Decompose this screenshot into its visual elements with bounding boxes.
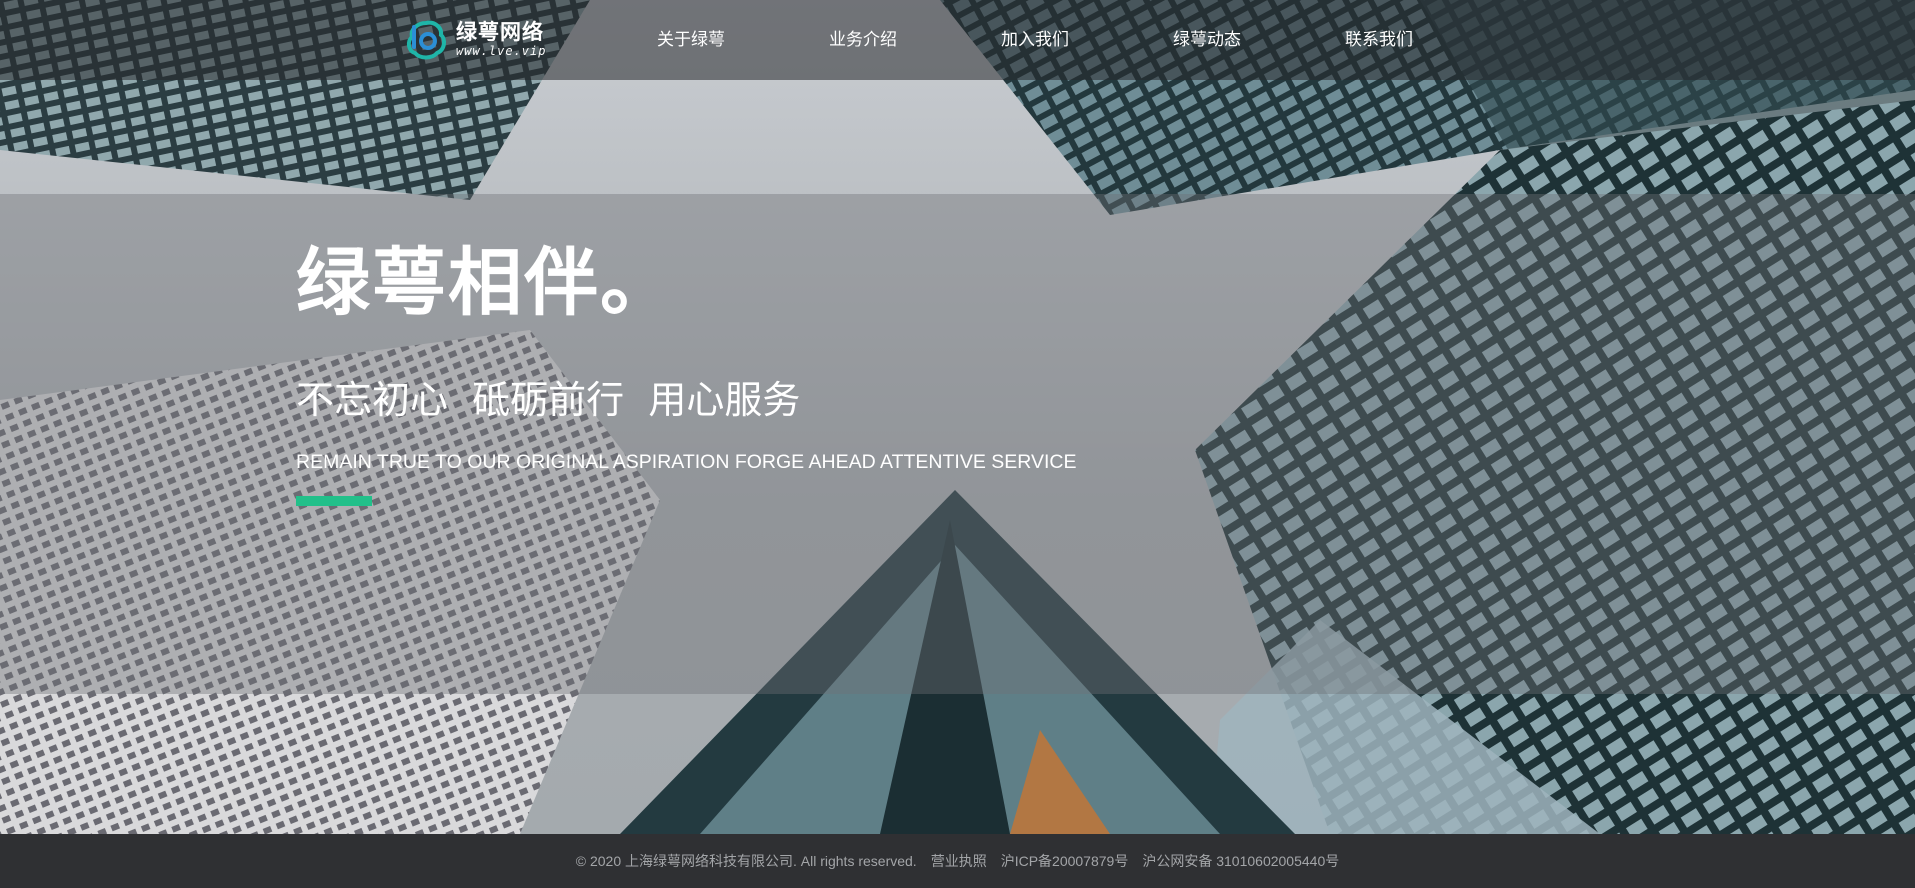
nav-item-about[interactable]: 关于绿萼 <box>605 0 777 80</box>
main-nav: 关于绿萼 业务介绍 加入我们 绿萼动态 联系我们 <box>605 0 1465 80</box>
lve-logo-icon <box>406 20 447 60</box>
nav-item-business[interactable]: 业务介绍 <box>777 0 949 80</box>
brand-url: www.lve.vip <box>456 44 547 58</box>
hero-subtitle: 不忘初心 砥砺前行 用心服务 <box>296 378 801 422</box>
hero-title: 绿萼相伴。 <box>296 240 676 326</box>
hero-subtitle-english: REMAIN TRUE TO OUR ORIGINAL ASPIRATION F… <box>296 451 1077 473</box>
brand-text: 绿萼网络 www.lve.vip <box>456 20 546 58</box>
top-navigation-bar: 绿萼网络 www.lve.vip 关于绿萼 业务介绍 加入我们 绿萼动态 联系我… <box>0 0 1915 80</box>
nav-item-contact[interactable]: 联系我们 <box>1293 0 1465 80</box>
footer-icp-link[interactable]: 沪ICP备20007879号 <box>1001 851 1129 871</box>
nav-item-news[interactable]: 绿萼动态 <box>1121 0 1293 80</box>
brand-logo[interactable]: 绿萼网络 www.lve.vip <box>404 16 546 62</box>
footer-police-link[interactable]: 沪公网安备 31010602005440号 <box>1142 851 1339 871</box>
footer: © 2020 上海绿萼网络科技有限公司. All rights reserved… <box>0 834 1915 888</box>
hero-accent-bar <box>296 496 372 506</box>
nav-item-join-us[interactable]: 加入我们 <box>949 0 1121 80</box>
hero-overlay-band <box>0 194 1915 694</box>
footer-copyright: © 2020 上海绿萼网络科技有限公司. All rights reserved… <box>575 853 917 869</box>
footer-license-link[interactable]: 营业执照 <box>931 851 987 871</box>
brand-name: 绿萼网络 <box>456 20 544 44</box>
